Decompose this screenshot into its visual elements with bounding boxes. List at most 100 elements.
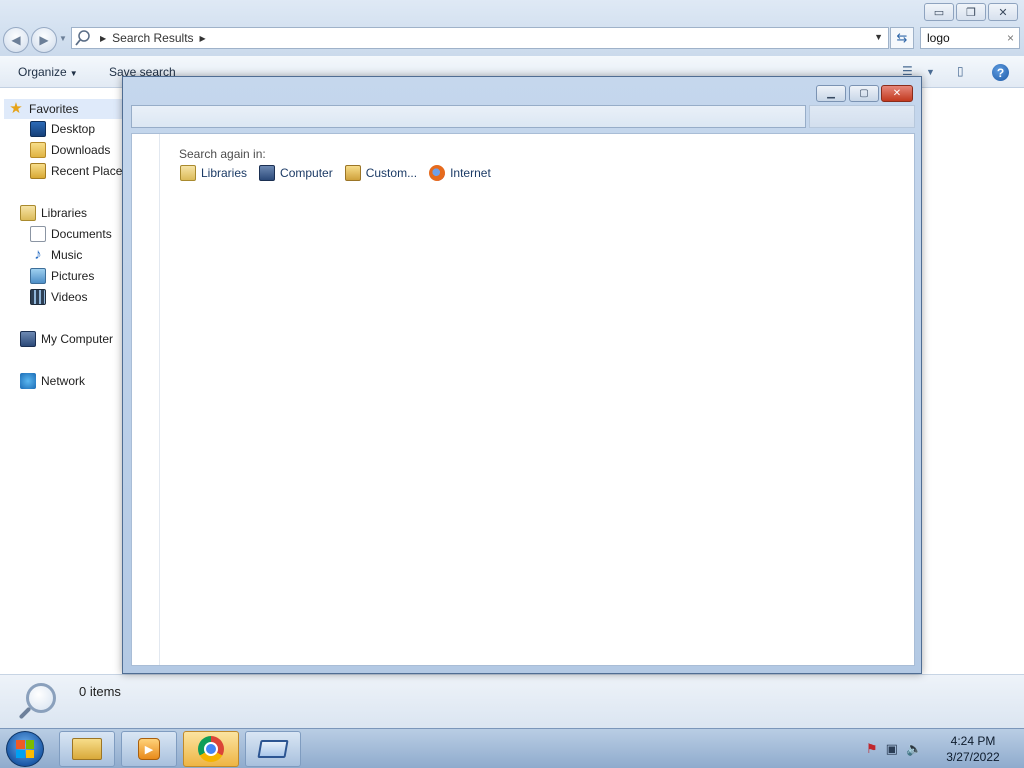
recent-places-icon <box>30 163 46 179</box>
nav-recent-places-label: Recent Places <box>51 164 129 178</box>
nav-videos[interactable]: Videos <box>30 289 87 305</box>
downloads-folder-icon <box>30 142 46 158</box>
explorer-window-controls: ▭ ❐ ✕ <box>924 3 1018 21</box>
refresh-icon: ⇆ <box>896 30 908 45</box>
back-button[interactable]: ◀ <box>3 27 29 53</box>
explorer-close-button[interactable]: ✕ <box>988 3 1018 21</box>
forward-arrow-icon: ▶ <box>39 33 49 47</box>
nav-desktop-label: Desktop <box>51 122 96 136</box>
view-options-dropdown-icon[interactable]: ▼ <box>926 67 935 77</box>
dialog-search-field[interactable] <box>809 105 915 128</box>
dialog-minimize-button[interactable]: ▁ <box>816 85 846 102</box>
taskbar: ▶ ⚑ ▣ 🔈 4:24 PM 3/27/2022 <box>0 728 1024 768</box>
organize-button[interactable]: Organize ▼ <box>18 65 78 79</box>
computer-icon <box>20 331 36 347</box>
search-location-internet[interactable]: Internet <box>429 165 491 181</box>
item-count: 0 items <box>79 684 121 699</box>
music-note-icon: ♪ <box>34 246 42 263</box>
dialog-maximize-button[interactable]: ▢ <box>849 85 879 102</box>
network-icon <box>20 373 36 389</box>
nav-videos-label: Videos <box>51 290 88 304</box>
nav-downloads-label: Downloads <box>51 143 111 157</box>
network-tray-icon[interactable]: ▣ <box>886 741 898 757</box>
media-player-icon: ▶ <box>138 738 160 760</box>
search-dialog: ▁ ▢ ✕ Search again in: Libraries Compute… <box>122 76 922 674</box>
explorer-minimize-button[interactable]: ▭ <box>924 3 954 21</box>
nav-documents[interactable]: Documents <box>30 226 112 242</box>
preview-pane-icon[interactable]: ▯ <box>957 64 964 78</box>
search-location-computer[interactable]: Computer <box>259 165 333 181</box>
address-dropdown-icon[interactable]: ▼ <box>874 32 883 42</box>
system-tray: ⚑ ▣ 🔈 <box>866 741 922 757</box>
recent-pages-dropdown-icon[interactable]: ▼ <box>59 34 67 43</box>
dialog-address-field[interactable] <box>131 105 806 128</box>
nav-favorites-label: Favorites <box>29 102 79 116</box>
app-window-icon <box>257 740 289 758</box>
nav-my-computer[interactable]: My Computer <box>20 331 113 347</box>
search-location-custom-label: Custom... <box>365 166 418 180</box>
search-input[interactable] <box>927 31 995 45</box>
clock[interactable]: 4:24 PM 3/27/2022 <box>935 733 1011 765</box>
volume-icon[interactable]: 🔈 <box>906 741 922 757</box>
nav-documents-label: Documents <box>51 227 112 241</box>
navigation-pane: ★ Favorites Desktop Downloads Recent Pla… <box>0 88 128 674</box>
breadcrumb-separator-icon[interactable]: ▶ <box>200 34 206 43</box>
desktop-icon <box>30 121 46 137</box>
taskbar-windows-explorer[interactable] <box>59 731 115 767</box>
address-row: ◀ ▶ ▼ ▶ Search Results ▶ ▼ ⇆ × <box>0 26 1024 56</box>
nav-my-computer-label: My Computer <box>41 332 114 346</box>
start-button[interactable] <box>6 731 44 767</box>
clock-time: 4:24 PM <box>950 734 996 748</box>
explorer-restore-button[interactable]: ❐ <box>956 3 986 21</box>
nav-music[interactable]: ♪ Music <box>30 247 82 263</box>
windows-logo-icon <box>16 740 34 758</box>
search-location-custom[interactable]: Custom... <box>344 165 418 181</box>
libraries-icon <box>180 165 196 181</box>
search-location-libraries[interactable]: Libraries <box>180 165 247 181</box>
search-location-internet-label: Internet <box>450 166 491 180</box>
forward-button[interactable]: ▶ <box>31 27 57 53</box>
address-bar[interactable]: ▶ Search Results ▶ ▼ <box>71 27 889 49</box>
breadcrumb-separator-icon[interactable]: ▶ <box>100 34 106 43</box>
action-center-flag-icon[interactable]: ⚑ <box>866 741 878 757</box>
status-bar: 0 items <box>0 674 1024 728</box>
nav-network-label: Network <box>41 374 86 388</box>
windows-explorer-icon <box>72 738 102 760</box>
search-results-icon <box>75 30 90 46</box>
refresh-button[interactable]: ⇆ <box>890 27 914 49</box>
clear-search-icon[interactable]: × <box>1007 31 1014 45</box>
back-arrow-icon: ◀ <box>11 33 21 47</box>
custom-folder-icon <box>344 165 361 181</box>
chrome-icon <box>198 736 224 762</box>
nav-pictures[interactable]: Pictures <box>30 268 94 284</box>
nav-music-label: Music <box>51 248 83 262</box>
taskbar-media-player[interactable]: ▶ <box>121 731 177 767</box>
libraries-icon <box>20 205 36 221</box>
search-again-label: Search again in: <box>179 147 266 161</box>
help-icon[interactable]: ? <box>992 64 1009 81</box>
pictures-icon <box>30 268 46 284</box>
documents-icon <box>30 226 46 242</box>
nav-desktop[interactable]: Desktop <box>30 121 95 137</box>
videos-icon <box>30 289 46 305</box>
nav-libraries-label: Libraries <box>41 206 88 220</box>
breadcrumb-search-results[interactable]: Search Results <box>112 31 193 45</box>
dialog-close-button[interactable]: ✕ <box>881 85 913 102</box>
dialog-content: Search again in: Libraries Computer Cust… <box>131 133 915 666</box>
nav-network[interactable]: Network <box>20 373 85 389</box>
organize-label: Organize <box>18 65 67 79</box>
dialog-left-pane <box>132 134 160 665</box>
taskbar-google-chrome[interactable] <box>183 731 239 767</box>
nav-libraries[interactable]: Libraries <box>20 205 87 221</box>
nav-pictures-label: Pictures <box>51 269 95 283</box>
nav-recent-places[interactable]: Recent Places <box>30 163 128 179</box>
computer-icon <box>259 165 276 181</box>
search-box[interactable]: × <box>920 27 1020 49</box>
organize-dropdown-icon: ▼ <box>69 69 78 78</box>
firefox-icon <box>429 165 446 181</box>
taskbar-app-window[interactable] <box>245 731 301 767</box>
nav-downloads[interactable]: Downloads <box>30 142 110 158</box>
nav-favorites[interactable]: ★ Favorites <box>4 99 124 119</box>
clock-date: 3/27/2022 <box>946 750 1000 764</box>
explorer-title-bar: ▭ ❐ ✕ <box>0 0 1024 26</box>
